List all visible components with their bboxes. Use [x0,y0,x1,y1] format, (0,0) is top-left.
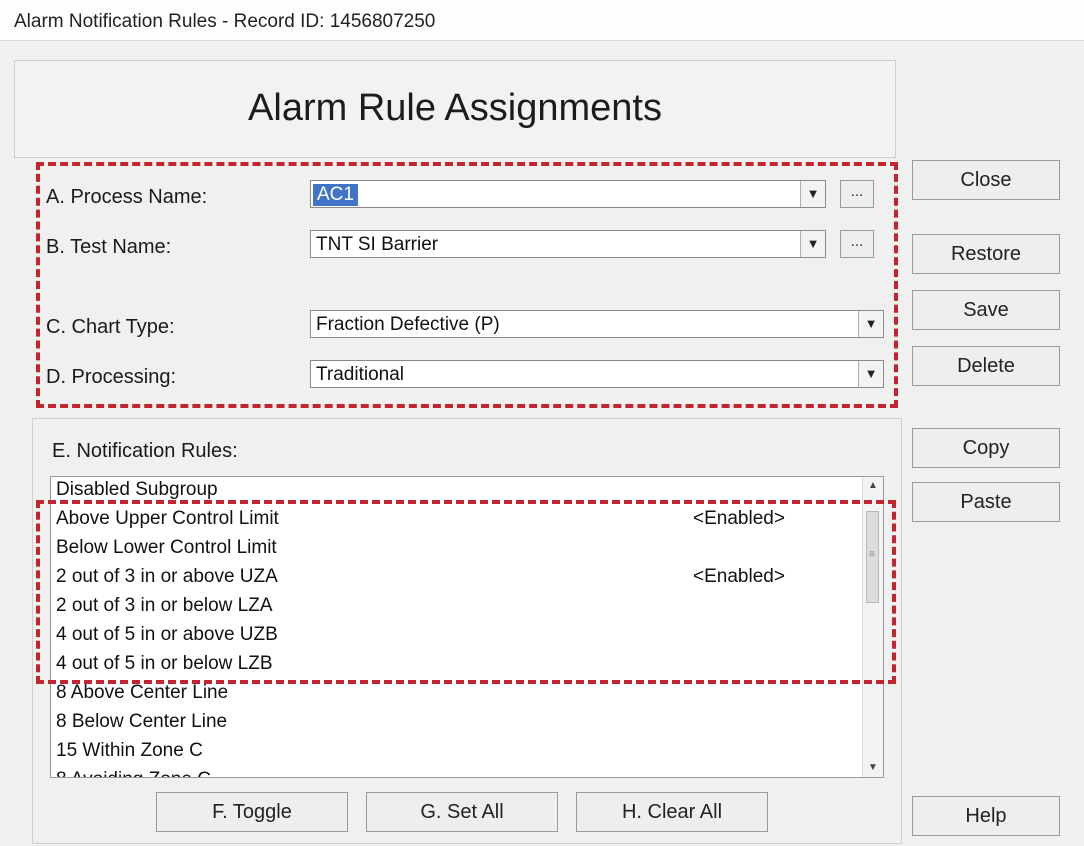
alarm-rules-window: Alarm Notification Rules - Record ID: 14… [0,0,1084,846]
rules-listbox[interactable]: Disabled Subgroup Above Upper Control Li… [50,476,884,778]
chart-type-label: C. Chart Type: [46,316,175,338]
list-item[interactable]: Above Upper Control Limit [56,508,279,537]
chevron-down-icon[interactable]: ▼ [800,231,825,257]
chevron-down-icon[interactable]: ▼ [858,361,883,387]
list-item[interactable]: 8 Avoiding Zone C [56,769,211,777]
processing-select[interactable]: Traditional ▼ [310,360,884,388]
list-item[interactable]: 4 out of 5 in or below LZB [56,653,273,682]
list-item[interactable]: 2 out of 3 in or above UZA [56,566,278,595]
title-bar: Alarm Notification Rules - Record ID: 14… [0,0,1084,41]
test-name-value: TNT SI Barrier [316,234,439,255]
list-item[interactable]: 8 Above Center Line [56,682,228,711]
test-name-label: B. Test Name: [46,236,172,258]
help-button[interactable]: Help [912,796,1060,836]
window-title: Alarm Notification Rules - Record ID: 14… [14,11,436,32]
close-button[interactable]: Close [912,160,1060,200]
chart-type-value: Fraction Defective (P) [316,314,500,335]
rules-scrollbar[interactable]: ▲ ≡ ▼ [862,477,883,777]
set-all-button[interactable]: G. Set All [366,792,558,832]
processing-value: Traditional [316,364,405,385]
status-badge: <Enabled> [693,566,785,587]
delete-button[interactable]: Delete [912,346,1060,386]
page-title: Alarm Rule Assignments [248,87,662,129]
processing-label: D. Processing: [46,366,177,388]
grip-icon: ≡ [869,549,875,560]
copy-button[interactable]: Copy [912,428,1060,468]
arrow-down-icon[interactable]: ▼ [863,759,883,777]
process-name-combo[interactable]: AC1 ▼ [310,180,826,208]
status-badge: <Enabled> [693,508,785,529]
notification-rules-label: E. Notification Rules: [52,440,238,462]
heading-panel: Alarm Rule Assignments [14,60,896,158]
list-item[interactable]: Disabled Subgroup [56,479,218,508]
chevron-down-icon[interactable]: ▼ [858,311,883,337]
list-item[interactable]: 4 out of 5 in or above UZB [56,624,278,653]
process-name-label: A. Process Name: [46,186,208,208]
process-browse-button[interactable]: ... [840,180,874,208]
clear-all-button[interactable]: H. Clear All [576,792,768,832]
paste-button[interactable]: Paste [912,482,1060,522]
list-item[interactable]: 15 Within Zone C [56,740,203,769]
scrollbar-thumb[interactable]: ≡ [866,511,879,603]
test-name-combo[interactable]: TNT SI Barrier ▼ [310,230,826,258]
test-browse-button[interactable]: ... [840,230,874,258]
save-button[interactable]: Save [912,290,1060,330]
list-item[interactable]: 8 Below Center Line [56,711,227,740]
list-item[interactable]: 2 out of 3 in or below LZA [56,595,273,624]
chart-type-select[interactable]: Fraction Defective (P) ▼ [310,310,884,338]
list-item[interactable]: Below Lower Control Limit [56,537,277,566]
chevron-down-icon[interactable]: ▼ [800,181,825,207]
restore-button[interactable]: Restore [912,234,1060,274]
process-name-value: AC1 [313,184,358,206]
arrow-up-icon[interactable]: ▲ [863,477,883,495]
toggle-button[interactable]: F. Toggle [156,792,348,832]
